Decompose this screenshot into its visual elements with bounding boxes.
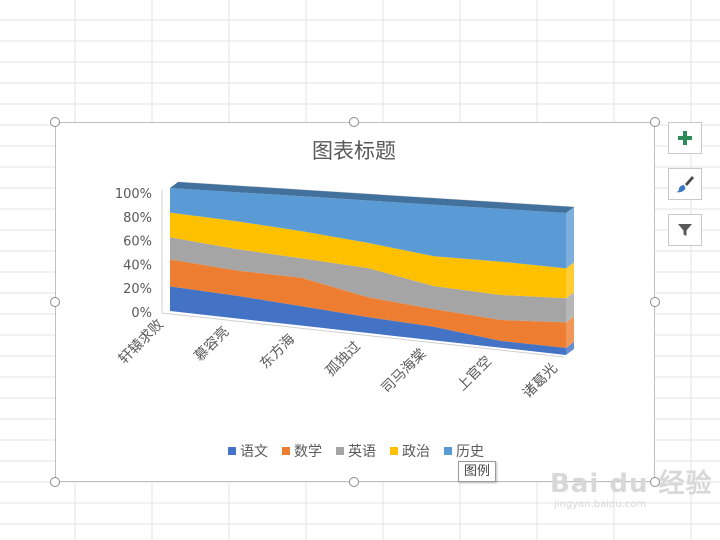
- y-tick-label: 20%: [123, 282, 152, 297]
- chart-styles-button[interactable]: [668, 168, 702, 200]
- resize-handle-bottom[interactable]: [349, 477, 359, 487]
- y-axis-tick-labels: 0% 20% 40% 60% 80% 100%: [115, 187, 152, 321]
- legend-swatch: [282, 447, 290, 455]
- x-tick-label: 东方海: [257, 331, 298, 372]
- x-tick-label: 司马海棠: [379, 346, 430, 397]
- resize-handle-bottom-right[interactable]: [650, 477, 660, 487]
- resize-handle-right[interactable]: [650, 297, 660, 307]
- legend-swatch: [444, 447, 452, 455]
- resize-handle-top[interactable]: [349, 117, 359, 127]
- y-tick-label: 60%: [123, 235, 152, 250]
- area-side-历史: [566, 207, 574, 269]
- x-tick-label: 诸葛光: [520, 361, 561, 402]
- legend-label: 历史: [456, 444, 484, 460]
- y-tick-label: 100%: [115, 187, 152, 202]
- y-tick-label: 80%: [123, 211, 152, 226]
- chart-filters-button[interactable]: [668, 214, 702, 246]
- plus-icon: [678, 131, 692, 145]
- x-tick-label: 孤独过: [323, 339, 364, 380]
- legend-swatch: [228, 447, 236, 455]
- legend-tooltip: 图例: [458, 461, 497, 482]
- legend-label: 语文: [240, 444, 268, 460]
- legend-label: 政治: [402, 444, 430, 460]
- x-tick-label: 慕容亮: [191, 323, 233, 365]
- legend-label: 数学: [294, 444, 322, 460]
- x-tick-label: 轩辕求败: [115, 316, 167, 368]
- resize-handle-top-right[interactable]: [650, 117, 660, 127]
- brush-icon: [676, 176, 694, 193]
- area-series: [170, 182, 574, 355]
- chart-plot: 图表标题 0% 20% 40% 60% 80% 100% 轩辕求败 慕容亮 东方海 孤独过 司马海…: [115, 139, 575, 460]
- chart-title[interactable]: 图表标题: [312, 139, 396, 163]
- x-tick-label: 上官空: [454, 353, 495, 394]
- legend-swatch: [390, 447, 398, 455]
- spreadsheet-canvas: 图表标题 0% 20% 40% 60% 80% 100% 轩辕求败 慕容亮 东方海 孤独过 司马海…: [0, 0, 720, 540]
- legend-swatch: [336, 447, 344, 455]
- legend[interactable]: 语文 数学 英语 政治 历史: [228, 443, 484, 460]
- resize-handle-top-left[interactable]: [50, 117, 60, 127]
- chart-elements-button[interactable]: [668, 122, 702, 154]
- resize-handle-bottom-left[interactable]: [50, 477, 60, 487]
- y-tick-label: 40%: [123, 258, 152, 273]
- legend-label: 英语: [348, 443, 376, 460]
- resize-handle-left[interactable]: [50, 297, 60, 307]
- y-tick-label: 0%: [131, 306, 152, 321]
- chart-object[interactable]: 图表标题 0% 20% 40% 60% 80% 100% 轩辕求败 慕容亮 东方海 孤独过 司马海…: [55, 122, 655, 482]
- area-side-政治: [566, 262, 574, 299]
- filter-icon: [678, 224, 692, 236]
